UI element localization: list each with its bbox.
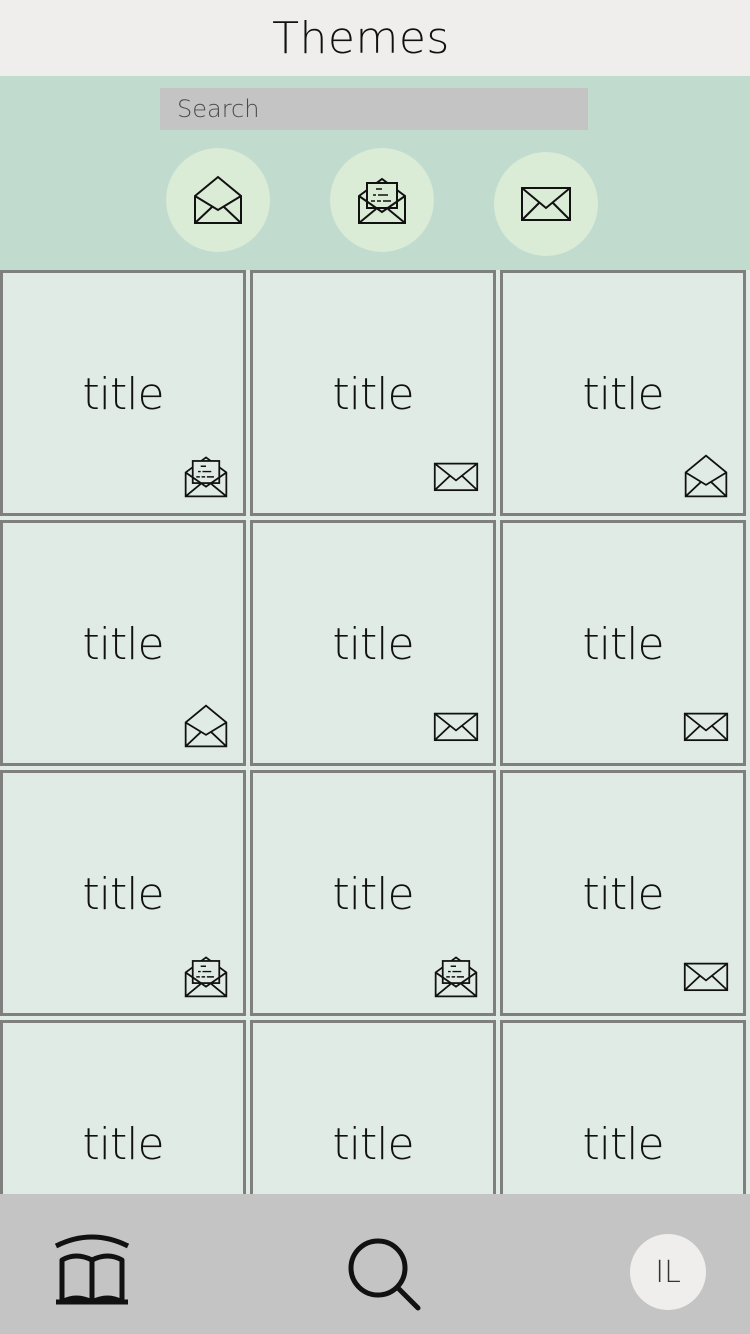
search-input[interactable]: [160, 88, 588, 130]
theme-tile[interactable]: title: [0, 520, 246, 766]
envelope-closed-icon: [683, 703, 729, 749]
header-bar: Themes: [0, 0, 750, 76]
tile-title: title: [82, 369, 164, 420]
envelope-closed-icon: [433, 703, 479, 749]
tile-title: title: [582, 869, 664, 920]
tile-title: title: [82, 869, 164, 920]
tile-title: title: [582, 1119, 664, 1170]
theme-tile[interactable]: title: [0, 770, 246, 1016]
tile-title: title: [332, 619, 414, 670]
envelope-letter-icon: [356, 174, 408, 226]
avatar[interactable]: IL: [630, 1234, 706, 1310]
tile-title: title: [582, 369, 664, 420]
bottom-nav: IL: [0, 1194, 750, 1334]
envelope-letter-icon: [183, 453, 229, 499]
search-nav-button[interactable]: [346, 1236, 424, 1314]
envelope-closed-icon: [520, 178, 572, 230]
tile-title: title: [332, 869, 414, 920]
envelope-letter-icon: [183, 953, 229, 999]
tile-title: title: [82, 619, 164, 670]
themes-grid: title title title title title title titl…: [0, 270, 750, 1194]
theme-tile[interactable]: title: [250, 520, 496, 766]
theme-tile[interactable]: title: [0, 270, 246, 516]
library-nav-button[interactable]: [52, 1230, 132, 1306]
envelope-open-icon: [183, 703, 229, 749]
theme-tile[interactable]: title: [0, 1020, 246, 1194]
tile-title: title: [82, 1119, 164, 1170]
theme-tile[interactable]: title: [250, 1020, 496, 1194]
theme-tile[interactable]: title: [500, 770, 746, 1016]
open-letter-filter-button[interactable]: [330, 148, 434, 252]
theme-tile[interactable]: title: [500, 270, 746, 516]
theme-tile[interactable]: title: [500, 520, 746, 766]
theme-tile[interactable]: title: [500, 1020, 746, 1194]
envelope-closed-icon: [683, 953, 729, 999]
tile-title: title: [332, 1119, 414, 1170]
envelope-open-icon: [683, 453, 729, 499]
tile-title: title: [582, 619, 664, 670]
book-icon: [52, 1230, 132, 1306]
open-envelope-filter-button[interactable]: [166, 148, 270, 252]
tile-title: title: [332, 369, 414, 420]
theme-tile[interactable]: title: [250, 270, 496, 516]
theme-tile[interactable]: title: [250, 770, 496, 1016]
envelope-closed-icon: [433, 453, 479, 499]
envelope-open-icon: [192, 174, 244, 226]
page-title: Themes: [272, 12, 450, 64]
filter-bar: [0, 76, 750, 270]
avatar-initials: IL: [655, 1254, 681, 1290]
search-icon: [346, 1236, 424, 1314]
closed-envelope-filter-button[interactable]: [494, 152, 598, 256]
envelope-letter-icon: [433, 953, 479, 999]
